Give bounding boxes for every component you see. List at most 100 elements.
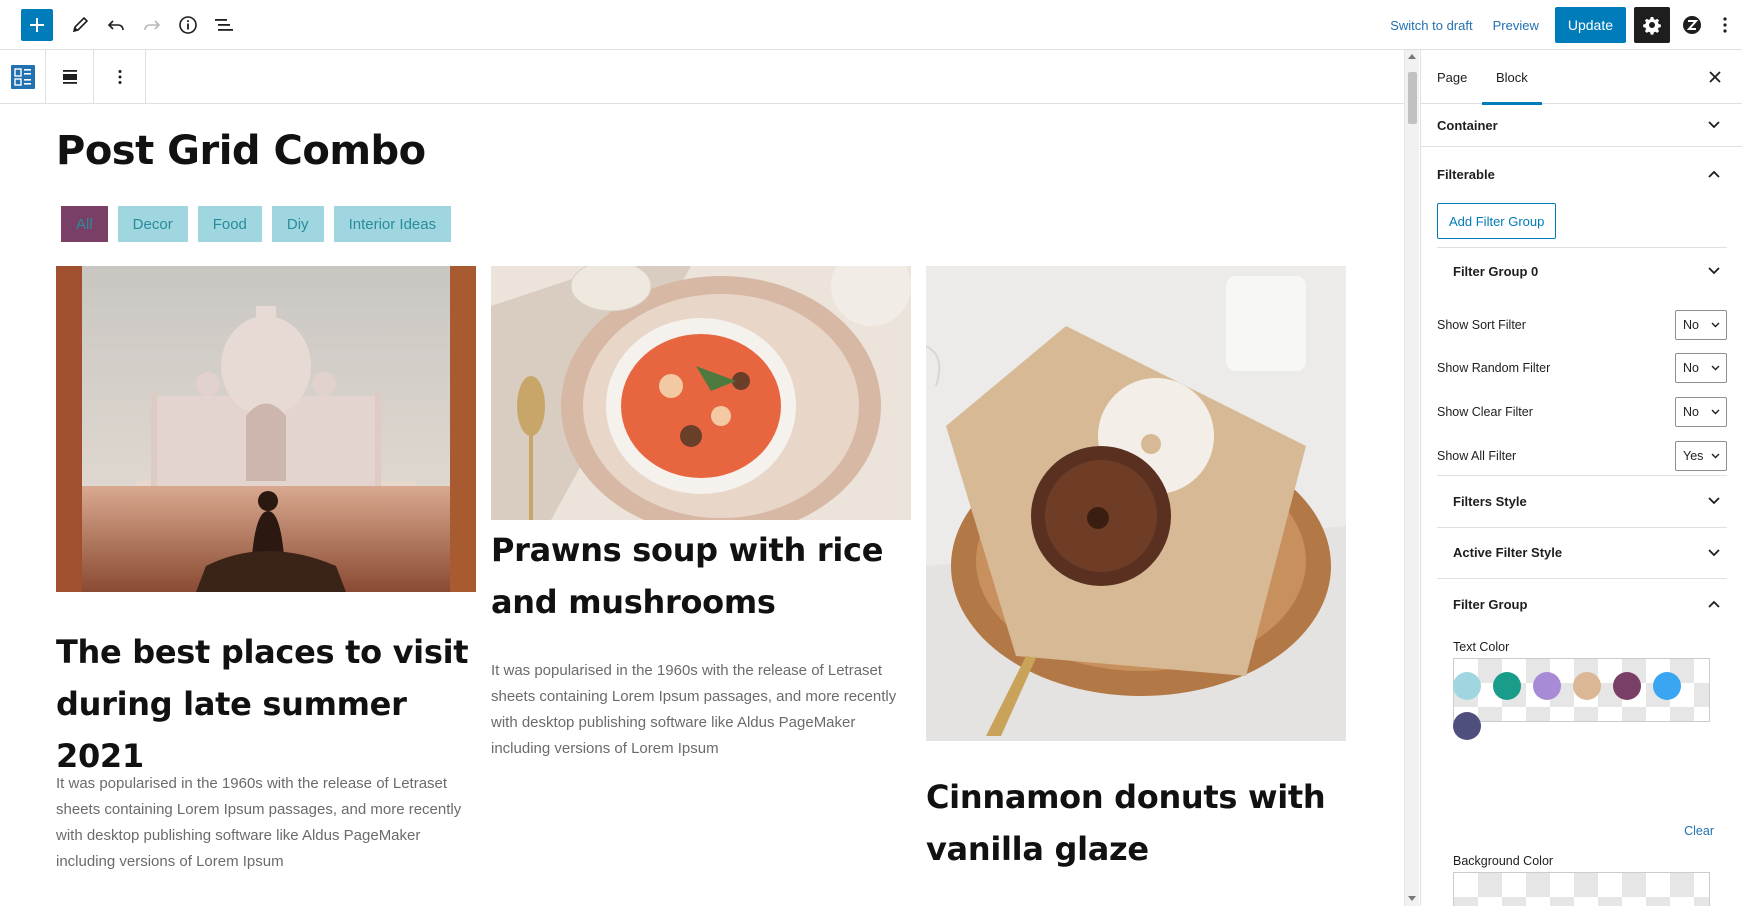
color-swatch[interactable] — [1653, 672, 1681, 700]
panel-filter-group[interactable]: Filter Group — [1421, 578, 1742, 630]
select-value: No — [1683, 318, 1699, 332]
plus-icon — [30, 18, 44, 32]
block-type-button[interactable] — [0, 50, 46, 103]
scroll-up-arrow[interactable] — [1408, 54, 1416, 59]
list-view-button[interactable] — [208, 9, 240, 41]
option-label: Show All Filter — [1437, 449, 1517, 463]
pencil-icon — [72, 16, 89, 33]
page-title[interactable]: Post Grid Combo — [56, 128, 426, 174]
color-swatch[interactable] — [1493, 672, 1521, 700]
show-clear-filter-select[interactable]: No — [1675, 397, 1727, 427]
panel-active-filter-style[interactable]: Active Filter Style — [1421, 527, 1742, 578]
show-sort-filter-select[interactable]: No — [1675, 310, 1727, 340]
text-color-label: Text Color — [1453, 640, 1510, 654]
chevron-up-icon — [1708, 600, 1720, 608]
option-show-all-filter: Show All Filter Yes — [1437, 441, 1727, 471]
add-filter-group-button[interactable]: Add Filter Group — [1437, 203, 1557, 239]
filter-food[interactable]: Food — [197, 206, 262, 242]
post-title[interactable]: The best places to visit during late sum… — [56, 626, 476, 782]
panel-title: Container — [1437, 117, 1498, 133]
editor-canvas: Post Grid Combo All Decor Food Diy Inter… — [0, 104, 1404, 906]
canvas-scrollbar[interactable] — [1404, 50, 1419, 906]
option-show-sort-filter: Show Sort Filter No — [1437, 310, 1727, 340]
option-label: Show Clear Filter — [1437, 405, 1533, 419]
add-block-button[interactable] — [21, 9, 53, 41]
tab-block[interactable]: Block — [1482, 50, 1542, 105]
undo-button[interactable] — [100, 9, 132, 41]
scrollbar-thumb[interactable] — [1408, 72, 1417, 124]
color-swatch[interactable] — [1453, 712, 1481, 740]
panel-title: Filters Style — [1453, 493, 1527, 509]
redo-icon — [144, 20, 161, 31]
show-random-filter-select[interactable]: No — [1675, 353, 1727, 383]
post-title[interactable]: Prawns soup with rice and mushrooms — [491, 524, 911, 628]
option-show-clear-filter: Show Clear Filter No — [1437, 397, 1727, 427]
panel-filterable[interactable]: Filterable — [1421, 146, 1742, 202]
more-vertical-icon — [1723, 17, 1727, 33]
close-sidebar-button[interactable] — [1702, 64, 1728, 90]
clear-color-button[interactable]: Clear — [1684, 824, 1714, 838]
chevron-up-icon — [1708, 170, 1720, 178]
post-excerpt: It was popularised in the 1960s with the… — [491, 662, 897, 757]
chevron-down-icon — [1711, 365, 1720, 371]
sidebar-tabs: Page Block — [1421, 50, 1742, 105]
close-icon — [1709, 71, 1721, 83]
panel-title: Active Filter Style — [1453, 545, 1563, 560]
chevron-down-icon — [1711, 322, 1720, 328]
scroll-down-arrow[interactable] — [1408, 896, 1416, 901]
align-wide-icon — [62, 69, 77, 84]
post-card[interactable]: Prawns soup with rice and mushrooms It w… — [491, 266, 911, 906]
grid-block-icon — [10, 64, 35, 89]
switch-to-draft-button[interactable]: Switch to draft — [1380, 18, 1482, 33]
select-value: No — [1683, 361, 1699, 375]
select-value: No — [1683, 405, 1699, 419]
background-color-preview[interactable] — [1453, 872, 1710, 906]
filter-all[interactable]: All — [61, 206, 108, 242]
undo-icon — [107, 20, 124, 31]
chevron-down-icon — [1708, 267, 1720, 275]
panel-title: Filterable — [1437, 166, 1495, 182]
show-all-filter-select[interactable]: Yes — [1675, 441, 1727, 471]
panel-title: Filter Group — [1453, 596, 1528, 612]
filter-decor[interactable]: Decor — [117, 206, 188, 242]
panel-filter-group-0[interactable]: Filter Group 0 — [1421, 247, 1742, 295]
zap-logo-icon — [1683, 16, 1701, 34]
settings-sidebar: Page Block Container Filterable Add Filt… — [1420, 50, 1742, 906]
chevron-down-icon — [1708, 548, 1720, 556]
align-button[interactable] — [46, 50, 94, 103]
taj-mahal-photo[interactable] — [56, 266, 476, 592]
background-color-label: Background Color — [1453, 854, 1554, 868]
options-button[interactable] — [1710, 7, 1740, 43]
soup-bowl-photo[interactable] — [491, 266, 911, 520]
chevron-down-icon — [1708, 121, 1720, 129]
plugin-button[interactable] — [1674, 7, 1710, 43]
preview-button[interactable]: Preview — [1483, 18, 1549, 33]
tools-button[interactable] — [64, 9, 96, 41]
block-options-button[interactable] — [94, 50, 146, 103]
more-vertical-icon — [118, 69, 121, 84]
filter-diy[interactable]: Diy — [271, 206, 324, 242]
panel-filters-style[interactable]: Filters Style — [1421, 475, 1742, 527]
tab-page[interactable]: Page — [1437, 50, 1467, 104]
post-filters: All Decor Food Diy Interior Ideas — [61, 206, 461, 242]
color-swatch[interactable] — [1533, 672, 1561, 700]
color-swatch[interactable] — [1573, 672, 1601, 700]
donuts-basket-photo[interactable] — [926, 266, 1346, 741]
info-icon — [179, 16, 197, 34]
redo-button[interactable] — [136, 9, 168, 41]
gear-icon — [1643, 17, 1661, 35]
chevron-down-icon — [1711, 453, 1720, 459]
chevron-down-icon — [1711, 409, 1720, 415]
option-label: Show Sort Filter — [1437, 318, 1526, 332]
option-show-random-filter: Show Random Filter No — [1437, 353, 1727, 383]
filter-interior-ideas[interactable]: Interior Ideas — [333, 206, 452, 242]
color-swatch[interactable] — [1453, 672, 1481, 700]
panel-container[interactable]: Container — [1421, 104, 1742, 146]
post-card[interactable]: The best places to visit during late sum… — [56, 266, 476, 906]
color-swatch[interactable] — [1613, 672, 1641, 700]
post-title[interactable]: Cinnamon donuts with vanilla glaze — [926, 771, 1346, 875]
details-button[interactable] — [172, 9, 204, 41]
update-button[interactable]: Update — [1554, 7, 1626, 43]
settings-button[interactable] — [1634, 7, 1670, 43]
post-card[interactable]: Cinnamon donuts with vanilla glaze — [926, 266, 1346, 906]
